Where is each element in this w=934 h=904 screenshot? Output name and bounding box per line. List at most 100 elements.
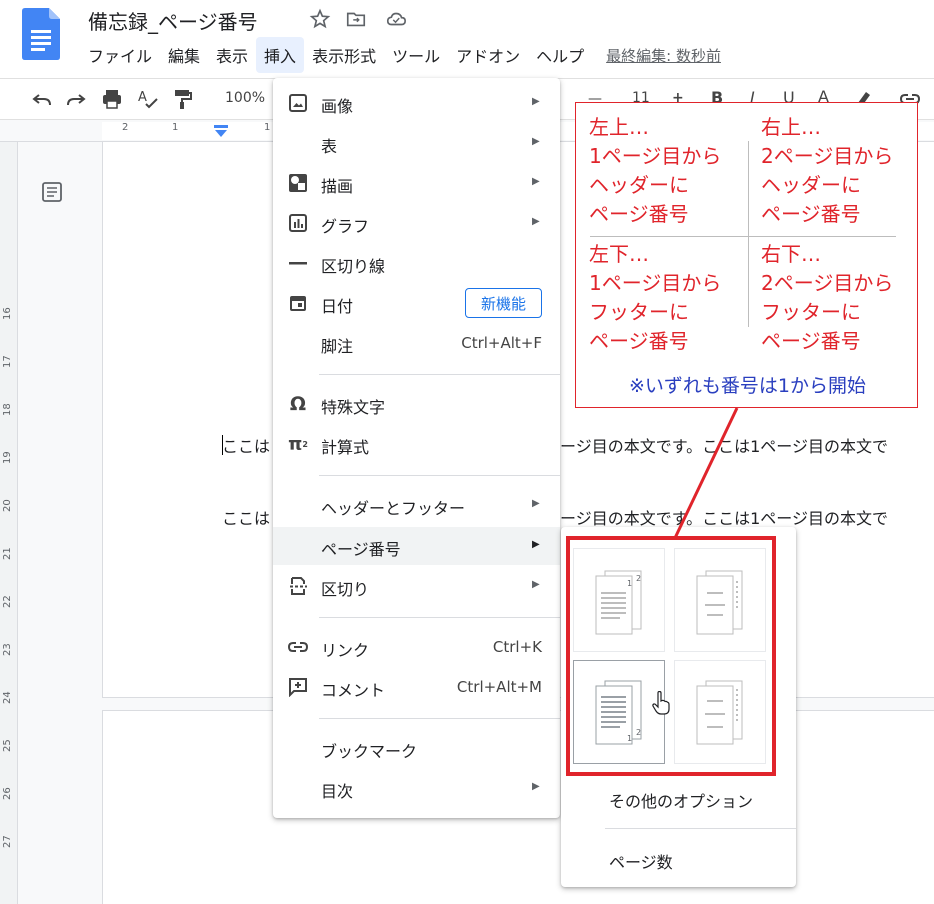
menu-item-label: 特殊文字 (321, 398, 386, 417)
annotation-divider (748, 141, 749, 327)
submenu-arrow-icon: ▶ (532, 136, 540, 147)
indent-marker-icon[interactable] (214, 125, 228, 137)
ruler-tick: 1 (172, 122, 179, 133)
menu-item-comment[interactable]: コメント Ctrl+Alt+M (273, 668, 560, 706)
page-number-more-options[interactable]: その他のオプション (609, 788, 753, 812)
menu-addons[interactable]: アドオン (448, 37, 528, 73)
image-icon (287, 92, 309, 114)
vruler-tick: 21 (2, 547, 13, 560)
menu-bar: ファイル 編集 表示 挿入 表示形式 ツール アドオン ヘルプ 最終編集: 数秒… (80, 37, 721, 73)
menu-item-label: 表 (321, 137, 338, 156)
menu-item-page-numbers[interactable]: ページ番号 ▶ (273, 527, 560, 565)
undo-icon[interactable] (30, 87, 54, 111)
shortcut-label: Ctrl+Alt+F (461, 334, 542, 352)
vruler-tick: 20 (2, 499, 13, 512)
annotation-callout: 左上… 1ページ目から ヘッダーに ページ番号 右上… 2ページ目から ヘッダー… (575, 102, 918, 408)
calendar-icon (287, 292, 309, 314)
annotation-top-right: 右上… 2ページ目から ヘッダーに ページ番号 (761, 115, 894, 226)
horizontal-line-icon (287, 252, 309, 274)
cloud-saved-icon[interactable] (385, 8, 407, 30)
menu-separator (319, 718, 560, 719)
menu-item-table[interactable]: 表 ▶ (273, 124, 560, 162)
menu-separator (319, 617, 560, 618)
add-comment-icon (287, 676, 309, 698)
menu-item-label: ページ番号 (321, 540, 401, 559)
body-text-left: ここは (222, 437, 271, 456)
last-edit-link[interactable]: 最終編集: 数秒前 (606, 45, 721, 66)
spellcheck-icon[interactable]: A (136, 87, 160, 111)
vruler-tick: 25 (2, 739, 13, 752)
print-icon[interactable] (100, 87, 124, 111)
chart-icon (287, 212, 309, 234)
submenu-arrow-icon: ▶ (532, 498, 540, 509)
document-outline-icon[interactable] (40, 180, 64, 204)
ruler-tick: 2 (122, 122, 129, 133)
move-folder-icon[interactable] (345, 8, 367, 30)
google-docs-logo-icon[interactable] (22, 8, 62, 60)
menu-item-equation[interactable]: π2 計算式 (273, 425, 560, 463)
vruler-tick: 19 (2, 451, 13, 464)
vruler-tick: 27 (2, 835, 13, 848)
menu-item-link[interactable]: リンク Ctrl+K (273, 628, 560, 666)
menu-file[interactable]: ファイル (80, 37, 160, 73)
menu-item-horizontal-line[interactable]: 区切り線 (273, 244, 560, 282)
menu-item-header-footer[interactable]: ヘッダーとフッター ▶ (273, 486, 560, 524)
menu-item-image[interactable]: 画像 ▶ (273, 84, 560, 122)
document-title[interactable]: 備忘録_ページ番号 (88, 6, 258, 35)
shortcut-label: Ctrl+Alt+M (456, 678, 542, 696)
menu-separator (319, 475, 560, 476)
menu-item-chart[interactable]: グラフ ▶ (273, 204, 560, 242)
menu-item-label: ブックマーク (321, 742, 418, 761)
menu-format[interactable]: 表示形式 (304, 37, 384, 73)
redo-icon[interactable] (64, 87, 88, 111)
menu-item-special-characters[interactable]: Ω 特殊文字 (273, 385, 560, 423)
pi-icon: π2 (288, 433, 308, 455)
vruler-tick: 23 (2, 643, 13, 656)
menu-item-label: グラフ (321, 217, 370, 236)
vertical-ruler: 16 17 18 19 20 21 22 23 24 25 26 27 (0, 142, 18, 904)
menu-tools[interactable]: ツール (384, 37, 448, 73)
body-text-right: ージ目の本文です。ここは1ページ目の本文で (560, 509, 888, 528)
annotation-highlight-box (566, 536, 776, 776)
menu-item-drawing[interactable]: 描画 ▶ (273, 164, 560, 202)
menu-item-label: 目次 (321, 782, 354, 801)
menu-help[interactable]: ヘルプ (528, 37, 592, 73)
menu-separator (319, 374, 560, 375)
menu-item-bookmark[interactable]: ブックマーク (273, 729, 560, 767)
paint-format-icon[interactable] (170, 87, 194, 111)
shortcut-label: Ctrl+K (492, 638, 542, 656)
menu-insert[interactable]: 挿入 (256, 37, 305, 73)
annotation-bottom-left: 左下… 1ページ目から フッターに ページ番号 (589, 242, 722, 353)
zoom-select[interactable]: 100% (225, 90, 265, 106)
menu-item-table-of-contents[interactable]: 目次 ▶ (273, 769, 560, 807)
menu-item-label: リンク (321, 641, 370, 660)
menu-item-label: ヘッダーとフッター (321, 499, 466, 518)
body-text-right: ージ目の本文です。ここは1ページ目の本文で (560, 437, 888, 456)
vruler-tick: 16 (2, 307, 13, 320)
submenu-arrow-icon: ▶ (532, 781, 540, 792)
vruler-tick: 22 (2, 595, 13, 608)
menu-item-label: 画像 (321, 97, 354, 116)
annotation-note: ※いずれも番号は1から開始 (628, 375, 866, 397)
menu-item-label: 描画 (321, 177, 354, 196)
star-icon[interactable] (309, 8, 331, 30)
vruler-tick: 24 (2, 691, 13, 704)
menu-edit[interactable]: 編集 (160, 37, 208, 73)
omega-icon: Ω (289, 393, 307, 415)
ruler-tick: 1 (264, 122, 271, 133)
vruler-tick: 26 (2, 787, 13, 800)
page-count-item[interactable]: ページ数 (609, 849, 673, 873)
vruler-tick: 18 (2, 403, 13, 416)
menu-item-label: 脚注 (321, 337, 354, 356)
menu-item-break[interactable]: 区切り ▶ (273, 567, 560, 605)
menu-item-label: 計算式 (321, 438, 370, 457)
new-feature-badge: 新機能 (465, 288, 542, 318)
annotation-bottom-right: 右下… 2ページ目から フッターに ページ番号 (761, 242, 894, 353)
insert-menu: 画像 ▶ 表 ▶ 描画 ▶ グラフ ▶ 区切り線 日付 新機能 脚注 Ctrl+… (273, 78, 560, 818)
submenu-arrow-icon: ▶ (532, 176, 540, 187)
menu-view[interactable]: 表示 (208, 37, 256, 73)
link-icon (287, 636, 309, 658)
menu-item-footnote[interactable]: 脚注 Ctrl+Alt+F (273, 324, 560, 362)
annotation-divider (590, 236, 896, 237)
page-break-icon (287, 575, 309, 597)
